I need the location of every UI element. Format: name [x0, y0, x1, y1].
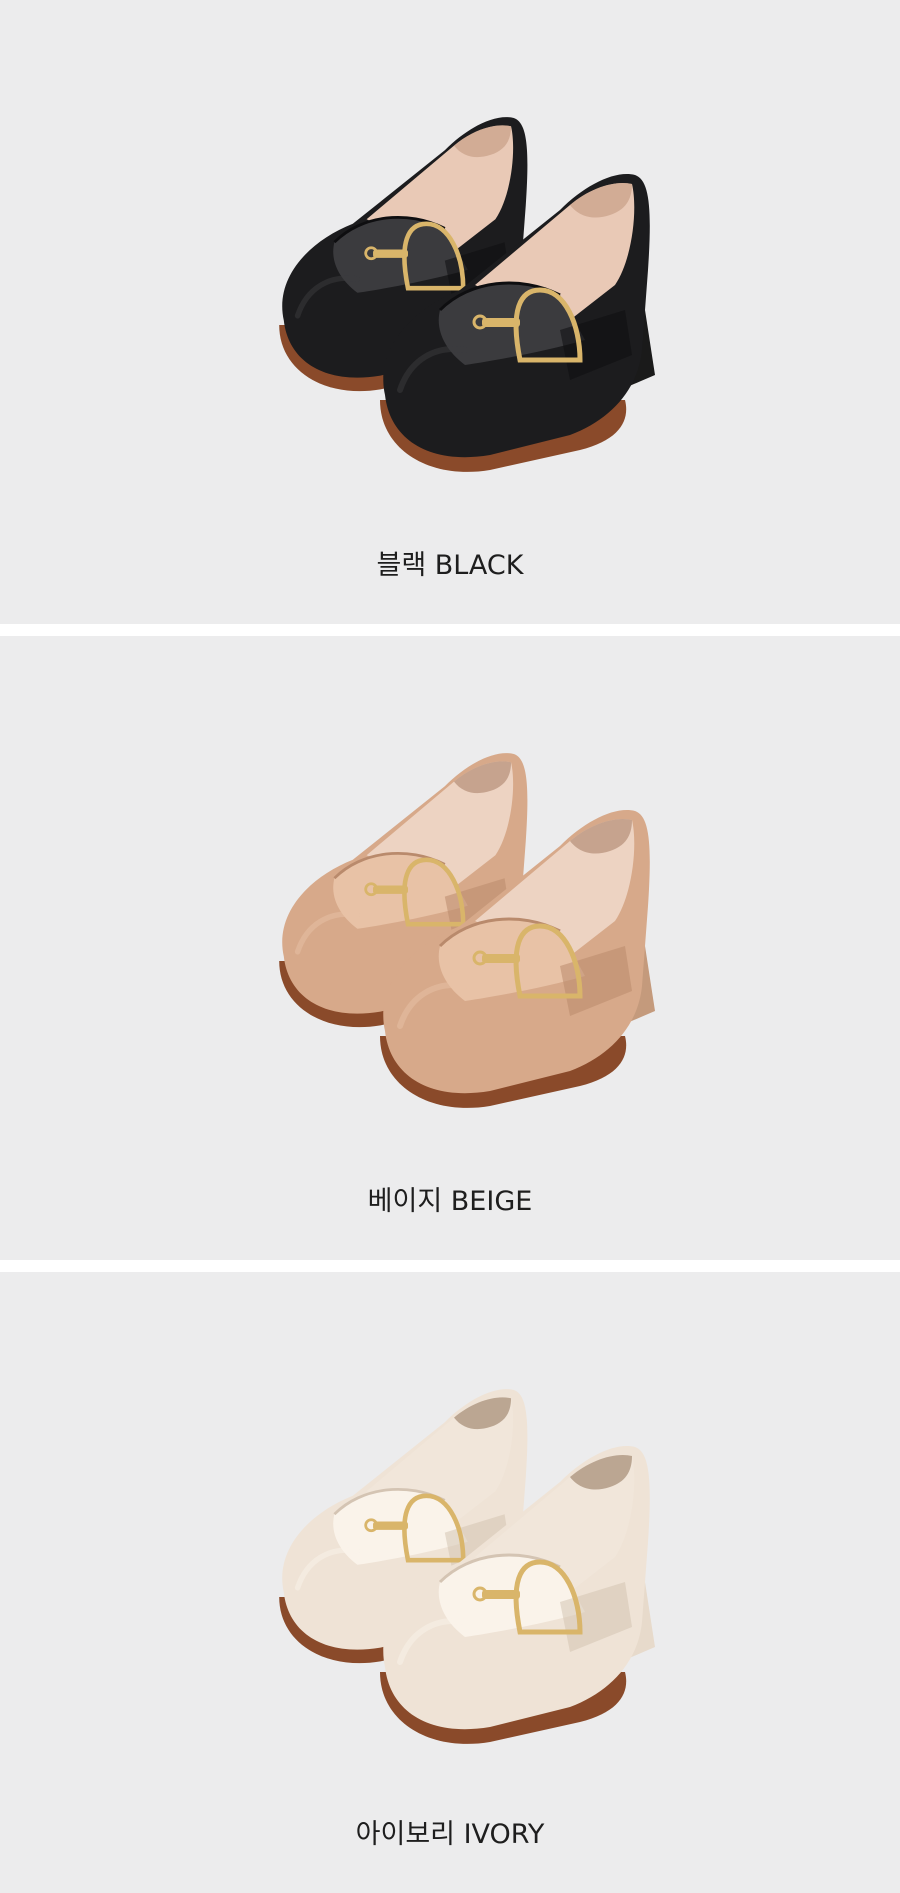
shoe-image-ivory [279, 1389, 655, 1744]
shoe-image-beige [279, 753, 655, 1108]
product-panel-black: 블랙 BLACK [0, 0, 900, 624]
color-label-black: 블랙 BLACK [376, 550, 524, 581]
shoe-image-black [279, 117, 655, 472]
color-label-beige: 베이지 BEIGE [367, 1186, 533, 1217]
product-panel-beige: 베이지 BEIGE [0, 636, 900, 1260]
color-label-ivory: 아이보리 IVORY [355, 1819, 545, 1850]
product-panel-ivory: 아이보리 IVORY [0, 1272, 900, 1893]
